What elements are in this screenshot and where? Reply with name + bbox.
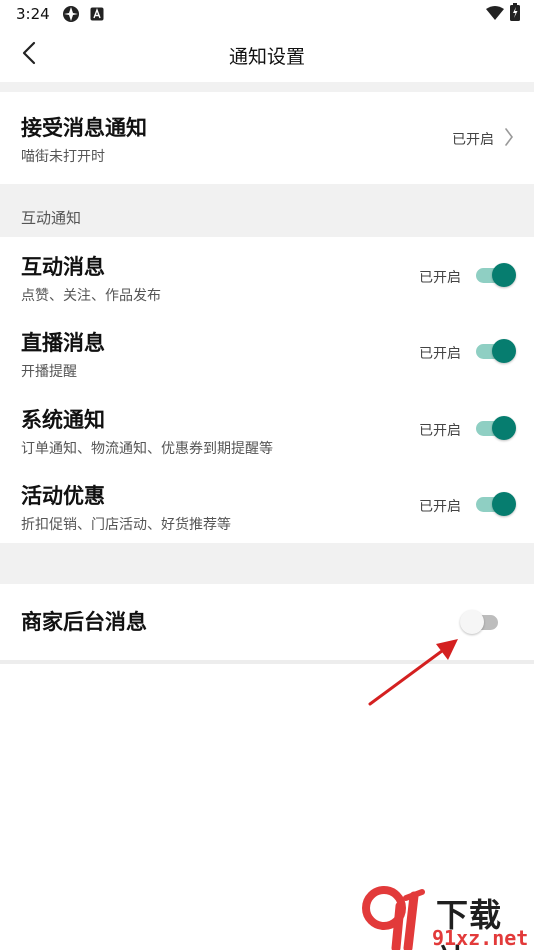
section-header-label: 互动通知 bbox=[21, 209, 82, 227]
interaction-list: 互动消息 点赞、关注、作品发布 已开启 直播消息 开播提醒 已开启 系统通知 订… bbox=[0, 237, 534, 543]
app-notification-icon bbox=[62, 5, 80, 23]
status-bar: 3:24 bbox=[0, 0, 534, 28]
toggle-thumb bbox=[492, 416, 516, 440]
watermark: 下载站 91xz.net bbox=[362, 886, 534, 950]
promotions-toggle[interactable] bbox=[474, 491, 516, 517]
item-title: 互动消息 bbox=[21, 255, 105, 279]
system-notification-toggle[interactable] bbox=[474, 415, 516, 441]
title-bar: 通知设置 bbox=[0, 28, 534, 82]
list-item-interaction-message: 互动消息 点赞、关注、作品发布 已开启 bbox=[0, 237, 534, 313]
keyboard-notification-icon bbox=[90, 7, 104, 21]
status-time: 3:24 bbox=[16, 5, 50, 23]
chevron-right-icon bbox=[504, 127, 514, 151]
annotation-arrow-icon bbox=[368, 639, 458, 706]
item-title: 系统通知 bbox=[21, 408, 105, 432]
item-subtitle: 折扣促销、门店活动、好货推荐等 bbox=[21, 517, 231, 533]
page-title: 通知设置 bbox=[228, 45, 305, 68]
item-status: 已开启 bbox=[419, 499, 461, 515]
item-status: 已开启 bbox=[419, 423, 461, 439]
toggle-thumb bbox=[492, 492, 516, 516]
toggle-thumb bbox=[492, 339, 516, 363]
battery-icon bbox=[510, 3, 520, 25]
item-title: 直播消息 bbox=[21, 331, 105, 355]
item-status: 已开启 bbox=[419, 270, 461, 286]
toggle-thumb bbox=[492, 263, 516, 287]
receive-notifications-subtitle: 喵街未打开时 bbox=[21, 149, 105, 165]
interaction-section-header: 互动通知 bbox=[0, 184, 534, 237]
back-button[interactable] bbox=[12, 40, 46, 70]
section-gap bbox=[0, 82, 534, 92]
watermark-url: 91xz.net bbox=[432, 926, 529, 950]
item-subtitle: 订单通知、物流通知、优惠券到期提醒等 bbox=[21, 441, 273, 457]
section-gap bbox=[0, 543, 534, 584]
wifi-icon bbox=[486, 5, 504, 24]
receive-notifications-row[interactable]: 接受消息通知 喵街未打开时 已开启 bbox=[0, 92, 534, 184]
list-item-promotions: 活动优惠 折扣促销、门店活动、好货推荐等 已开启 bbox=[0, 466, 534, 543]
merchant-messages-title: 商家后台消息 bbox=[21, 610, 147, 634]
list-item-live-message: 直播消息 开播提醒 已开启 bbox=[0, 313, 534, 389]
receive-notifications-title: 接受消息通知 bbox=[21, 116, 147, 140]
list-item-system-notification: 系统通知 订单通知、物流通知、优惠券到期提醒等 已开启 bbox=[0, 390, 534, 466]
status-right bbox=[486, 3, 520, 25]
chevron-left-icon bbox=[22, 41, 36, 69]
item-title: 活动优惠 bbox=[21, 484, 105, 508]
item-subtitle: 点赞、关注、作品发布 bbox=[21, 288, 161, 304]
live-message-toggle[interactable] bbox=[474, 338, 516, 364]
item-subtitle: 开播提醒 bbox=[21, 364, 77, 380]
interaction-message-toggle[interactable] bbox=[474, 262, 516, 288]
receive-notifications-status: 已开启 bbox=[452, 132, 494, 148]
watermark-logo-icon bbox=[362, 886, 432, 950]
item-status: 已开启 bbox=[419, 346, 461, 362]
